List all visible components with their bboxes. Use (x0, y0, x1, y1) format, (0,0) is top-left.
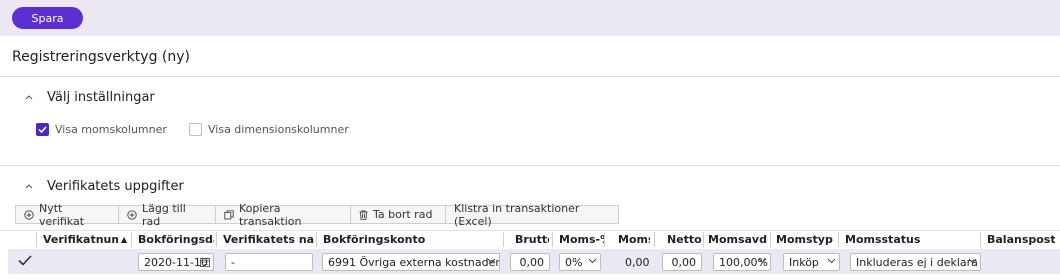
divider (0, 76, 1060, 77)
settings-section-header[interactable]: Välj inställningar (21, 89, 155, 105)
net-value: 0,00 (671, 255, 697, 269)
sort-ascending-icon[interactable]: ▲ (121, 235, 127, 244)
table-row[interactable]: 2020-11-10 - 6991 Övriga externa kostnad… (8, 249, 1060, 274)
column-separator (316, 232, 317, 247)
column-separator (552, 232, 553, 247)
trash-icon (359, 209, 368, 220)
chevron-down-icon[interactable] (758, 256, 767, 267)
plus-circle-icon (24, 209, 34, 220)
column-header-gross[interactable]: Brutto (515, 233, 549, 246)
column-separator (36, 232, 37, 247)
column-header-vat-status[interactable]: Momsstatus (845, 233, 975, 246)
dimension-columns-label: Visa dimensionskolumner (208, 123, 349, 136)
divider (0, 165, 1060, 166)
new-voucher-button[interactable]: Nytt verifikat (15, 202, 119, 228)
page-title: Registreringsverktyg (ny) (12, 49, 190, 65)
vat-status-value: Inkluderas ej i deklara (856, 255, 978, 269)
gross-input[interactable]: 0,00 (510, 253, 550, 271)
voucher-section-title: Verifikatets uppgifter (47, 178, 184, 194)
voucher-name-input[interactable]: - (225, 253, 313, 271)
chevron-down-icon[interactable] (487, 256, 496, 267)
add-row-button[interactable]: Lägg till rad (118, 202, 216, 228)
grid-header: Verifikatnumm ▲ Bokföringsdatu Verifikat… (0, 230, 1060, 249)
column-header-voucher-name[interactable]: Verifikatets namn (223, 233, 315, 246)
vat-columns-checkbox[interactable] (36, 123, 49, 136)
column-separator (604, 232, 605, 247)
vat-columns-checkbox-row[interactable]: Visa momskolumner (36, 123, 167, 136)
chevron-up-icon[interactable] (21, 89, 37, 105)
vat-type-value: Inköp (789, 255, 819, 269)
vat-type-select[interactable]: Inköp (783, 253, 840, 271)
column-separator (980, 232, 981, 247)
gross-value: 0,00 (519, 255, 545, 269)
plus-circle-icon (127, 209, 137, 220)
net-input[interactable]: 0,00 (662, 253, 702, 271)
date-value: 2020-11-10 (144, 255, 208, 269)
voucher-toolbar: Nytt verifikat Lägg till rad Kopiera tra… (15, 202, 619, 228)
paste-transactions-button[interactable]: Klistra in transaktioner (Excel) (445, 202, 619, 228)
vat-value: 0,00 (625, 256, 650, 269)
column-header-account[interactable]: Bokföringskonto (323, 233, 503, 246)
column-header-vat[interactable]: Moms (618, 233, 650, 246)
add-row-label: Lägg till rad (142, 201, 186, 228)
paste-transactions-label: Klistra in transaktioner (Excel) (454, 201, 580, 228)
column-separator (770, 232, 771, 247)
column-separator (503, 232, 504, 247)
save-button[interactable]: Spara (12, 7, 83, 29)
column-header-net[interactable]: Netto (667, 233, 701, 246)
dimension-columns-checkbox[interactable] (189, 123, 202, 136)
top-bar: Spara (0, 0, 1060, 36)
copy-transaction-button[interactable]: Kopiera transaktion (215, 202, 351, 228)
column-separator (216, 232, 217, 247)
chevron-down-icon[interactable] (827, 256, 836, 267)
vat-percent-select[interactable]: 0% (559, 253, 601, 271)
settings-section-title: Välj inställningar (47, 89, 155, 105)
deduction-select[interactable]: 100,00% (713, 253, 771, 271)
calendar-icon[interactable] (200, 257, 210, 270)
column-header-balance[interactable]: Balanspost (987, 233, 1055, 246)
vat-percent-value: 0% (565, 255, 583, 269)
chevron-up-icon[interactable] (21, 178, 37, 194)
column-header-deduction[interactable]: Momsavdrag (708, 233, 768, 246)
column-header-date[interactable]: Bokföringsdatu (138, 233, 214, 246)
column-separator (838, 232, 839, 247)
copy-transaction-label: Kopiera transaktion (239, 201, 302, 228)
column-separator (131, 232, 132, 247)
delete-row-button[interactable]: Ta bort rad (350, 205, 446, 224)
copy-icon (224, 209, 234, 220)
new-voucher-label: Nytt verifikat (39, 201, 85, 228)
chevron-down-icon[interactable] (968, 256, 977, 267)
account-select[interactable]: 6991 Övriga externa kostnader, (322, 253, 500, 271)
column-header-voucher-number[interactable]: Verifikatnumm (43, 233, 118, 246)
delete-row-label: Ta bort rad (373, 208, 433, 221)
dimension-columns-checkbox-row[interactable]: Visa dimensionskolumner (189, 123, 349, 136)
date-input[interactable]: 2020-11-10 (138, 253, 214, 271)
column-separator (654, 232, 655, 247)
vat-status-select[interactable]: Inkluderas ej i deklara (850, 253, 981, 271)
column-header-vat-type[interactable]: Momstyp (776, 233, 836, 246)
chevron-down-icon[interactable] (588, 256, 597, 267)
column-separator (703, 232, 704, 247)
check-icon (18, 255, 32, 269)
vat-columns-label: Visa momskolumner (55, 123, 167, 136)
account-value: 6991 Övriga externa kostnader, (328, 255, 500, 269)
voucher-name-value: - (231, 255, 235, 269)
column-header-vat-percent[interactable]: Moms-% (559, 233, 605, 246)
voucher-section-header[interactable]: Verifikatets uppgifter (21, 178, 184, 194)
